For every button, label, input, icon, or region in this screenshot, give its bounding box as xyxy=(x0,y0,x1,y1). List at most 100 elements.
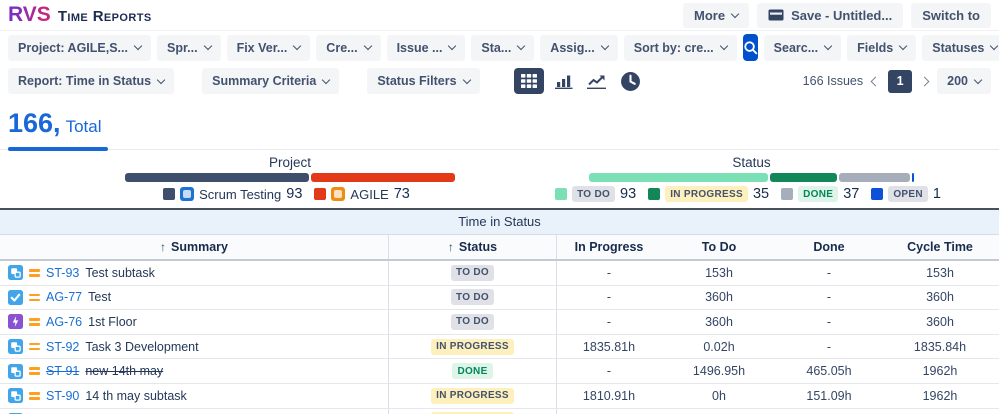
filter-sort-by[interactable]: Sort by: cre... xyxy=(623,34,737,61)
line-chart-view-button[interactable] xyxy=(585,72,609,91)
header-status[interactable]: ↑ Status xyxy=(389,235,557,259)
issue-key-link[interactable]: ST-92 xyxy=(46,340,79,354)
status-legend-count: 35 xyxy=(752,186,770,202)
issue-key-link[interactable]: ST-90 xyxy=(46,389,79,403)
status-legend-title: Status xyxy=(732,155,771,170)
issue-summary: new 14th may xyxy=(85,364,164,379)
time-view-button[interactable] xyxy=(618,69,643,94)
current-page-button[interactable]: 1 xyxy=(888,69,913,93)
bar-chart-view-button[interactable] xyxy=(553,72,576,91)
priority-medium-icon xyxy=(29,392,40,400)
report-type-button[interactable]: Report: Time in Status xyxy=(8,68,175,94)
header-label: Done xyxy=(813,240,845,254)
filter-label: Sort by: cre... xyxy=(633,40,714,55)
status-badge: OPEN xyxy=(888,186,928,202)
issue-key-link[interactable]: ST-91 xyxy=(46,364,79,378)
status-filters-button[interactable]: Status Filters xyxy=(367,68,480,94)
issue-key-link[interactable]: ST-93 xyxy=(46,266,79,280)
prev-page-icon[interactable] xyxy=(870,76,881,86)
filter-assignee[interactable]: Assig... xyxy=(540,34,618,61)
app-logo: RVS Time Reports xyxy=(8,3,152,27)
header-label: To Do xyxy=(701,240,737,254)
table-row: ST-93 Test subtask TO DO - 153h - 153h xyxy=(0,261,999,286)
report-type-label: Report: Time in Status xyxy=(18,74,152,88)
in-progress-value: - xyxy=(606,314,612,329)
table-row: AG-76 1st Floor TO DO - 360h - 360h xyxy=(0,310,999,335)
issue-summary: Test xyxy=(88,290,112,305)
table-view-button[interactable] xyxy=(513,68,544,94)
filter-project[interactable]: Project: AGILE,S... xyxy=(8,34,151,61)
subtask-icon xyxy=(8,388,23,404)
header-done[interactable]: Done xyxy=(777,235,881,259)
app-header: RVS Time Reports More Save - Untitled...… xyxy=(0,0,999,31)
summary-tabs: 166, Total xyxy=(0,100,999,151)
subtask-icon xyxy=(8,265,23,281)
status-filters-label: Status Filters xyxy=(377,74,457,88)
more-button[interactable]: More xyxy=(683,2,750,28)
header-label: Status xyxy=(458,240,498,254)
chevron-down-icon xyxy=(363,41,372,51)
issue-key-link[interactable]: AG-77 xyxy=(46,290,82,304)
cycle-time-value: 360h xyxy=(926,314,954,329)
legend-row: Project Scrum Testing 93 AGILE 73 Status… xyxy=(0,150,999,208)
issue-key-link[interactable]: AG-76 xyxy=(46,315,82,329)
pagination: 166 Issues 1 200 xyxy=(803,68,991,94)
in-progress-value: - xyxy=(606,364,612,379)
legend-color-swatch xyxy=(648,188,661,200)
next-page-icon[interactable] xyxy=(919,76,930,86)
cycle-time-value: 1962h xyxy=(922,388,958,403)
filter-status[interactable]: Sta... xyxy=(471,34,535,61)
active-tab-indicator xyxy=(8,147,108,151)
chevron-down-icon xyxy=(899,41,908,51)
filter-sprint[interactable]: Spr... xyxy=(156,34,221,61)
chevron-down-icon xyxy=(719,41,728,51)
filter-label: Fields xyxy=(857,40,894,55)
subtask-icon xyxy=(8,339,23,355)
header-in-progress[interactable]: In Progress xyxy=(557,235,661,259)
filter-search-text[interactable]: Searc... xyxy=(763,34,842,61)
chevron-down-icon xyxy=(973,75,983,84)
chevron-down-icon xyxy=(600,41,610,51)
table-row: ST-92 Task 3 Development IN PROGRESS 183… xyxy=(0,334,999,360)
filter-fields[interactable]: Fields xyxy=(847,34,917,61)
summary-criteria-button[interactable]: Summary Criteria xyxy=(202,68,340,94)
project-legend-count: 93 xyxy=(286,186,303,202)
total-label: Total xyxy=(65,117,102,136)
legend-color-swatch xyxy=(871,188,884,200)
tab-total[interactable]: 166, Total xyxy=(8,108,101,139)
report-toolbar: Report: Time in Status Summary Criteria … xyxy=(0,64,999,100)
header-summary[interactable]: ↑ Summary xyxy=(0,235,389,259)
epic-icon xyxy=(8,314,23,330)
filter-fix-version[interactable]: Fix Ver... xyxy=(226,34,311,61)
project-legend-count: 73 xyxy=(393,186,410,202)
header-label: Cycle Time xyxy=(907,240,973,254)
status-bar-segment xyxy=(589,173,768,182)
search-button[interactable] xyxy=(742,34,758,61)
clock-icon xyxy=(620,71,640,91)
header-cycle-time[interactable]: Cycle Time xyxy=(881,235,999,259)
project-legend-label: Scrum Testing xyxy=(199,186,282,202)
header-to-do[interactable]: To Do xyxy=(661,235,777,259)
in-progress-value: 1835.81h xyxy=(582,339,636,354)
status-bar-segment xyxy=(912,173,914,182)
filter-issue-type[interactable]: Issue ... xyxy=(386,34,466,61)
filter-created[interactable]: Cre... xyxy=(316,34,381,61)
total-count: 166, xyxy=(8,108,61,138)
status-stacked-bar xyxy=(589,173,914,182)
rvs-logo-icon: RVS xyxy=(8,3,51,26)
summary-criteria-label: Summary Criteria xyxy=(212,74,317,88)
app-title: Time Reports xyxy=(57,8,152,25)
chevron-down-icon xyxy=(462,75,471,84)
page-size-select[interactable]: 200 xyxy=(937,68,991,94)
subtask-icon xyxy=(8,363,23,379)
switch-to-button[interactable]: Switch to xyxy=(911,2,991,28)
filter-label: Spr... xyxy=(166,40,198,55)
to-do-value: 153h xyxy=(705,265,733,280)
save-button[interactable]: Save - Untitled... xyxy=(757,2,904,28)
sort-asc-icon: ↑ xyxy=(447,240,454,254)
chevron-down-icon xyxy=(823,41,833,51)
filter-label: Statuses xyxy=(932,40,985,55)
status-bar-segment xyxy=(838,173,911,182)
chevron-down-icon xyxy=(448,41,457,51)
filter-statuses[interactable]: Statuses xyxy=(922,34,999,61)
